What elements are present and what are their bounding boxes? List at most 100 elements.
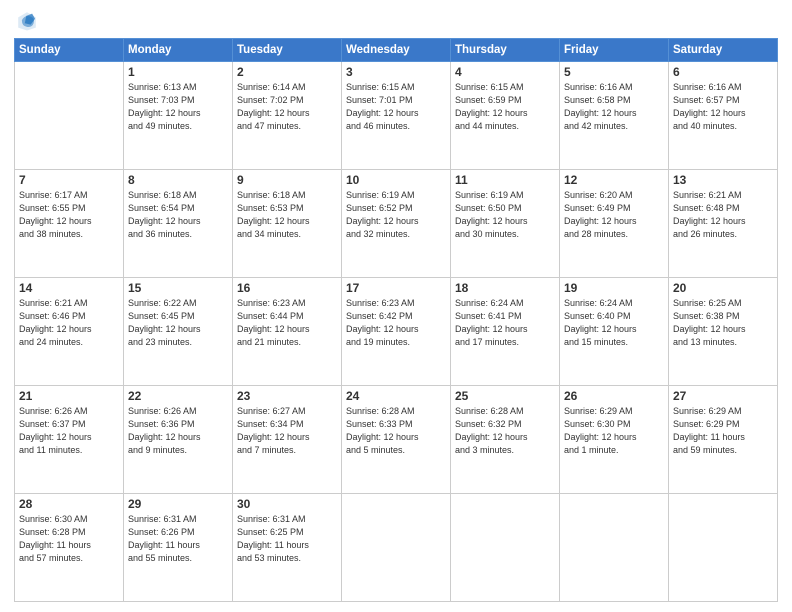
day-number: 14 [19,281,119,295]
calendar-cell: 13 Sunrise: 6:21 AM Sunset: 6:48 PM Dayli… [669,170,778,278]
day-number: 24 [346,389,446,403]
day-info: Sunrise: 6:29 AM Sunset: 6:30 PM Dayligh… [564,405,664,457]
day-info: Sunrise: 6:27 AM Sunset: 6:34 PM Dayligh… [237,405,337,457]
day-info: Sunrise: 6:14 AM Sunset: 7:02 PM Dayligh… [237,81,337,133]
day-info: Sunrise: 6:30 AM Sunset: 6:28 PM Dayligh… [19,513,119,565]
day-info: Sunrise: 6:21 AM Sunset: 6:48 PM Dayligh… [673,189,773,241]
day-info: Sunrise: 6:26 AM Sunset: 6:37 PM Dayligh… [19,405,119,457]
calendar-cell: 17 Sunrise: 6:23 AM Sunset: 6:42 PM Dayli… [342,278,451,386]
weekday-header: Sunday [15,39,124,62]
calendar-cell: 6 Sunrise: 6:16 AM Sunset: 6:57 PM Daylig… [669,62,778,170]
calendar-cell: 26 Sunrise: 6:29 AM Sunset: 6:30 PM Dayli… [560,386,669,494]
calendar-cell: 18Sunrise: 6:24 AM Sunset: 6:41 PM Dayli… [451,278,560,386]
day-number: 23 [237,389,337,403]
day-number: 26 [564,389,664,403]
day-number: 18 [455,281,555,295]
day-number: 13 [673,173,773,187]
calendar-table: SundayMondayTuesdayWednesdayThursdayFrid… [14,38,778,602]
calendar-cell: 27 Sunrise: 6:29 AM Sunset: 6:29 PM Dayli… [669,386,778,494]
day-number: 28 [19,497,119,511]
calendar-cell [342,494,451,602]
calendar-cell: 12 Sunrise: 6:20 AM Sunset: 6:49 PM Dayli… [560,170,669,278]
day-info: Sunrise: 6:13 AM Sunset: 7:03 PM Dayligh… [128,81,228,133]
page-header [14,10,778,32]
day-info: Sunrise: 6:31 AM Sunset: 6:25 PM Dayligh… [237,513,337,565]
weekday-header: Saturday [669,39,778,62]
logo [14,10,38,32]
day-info: Sunrise: 6:16 AM Sunset: 6:57 PM Dayligh… [673,81,773,133]
calendar-cell [451,494,560,602]
day-number: 21 [19,389,119,403]
day-number: 6 [673,65,773,79]
day-number: 10 [346,173,446,187]
day-info: Sunrise: 6:15 AM Sunset: 6:59 PM Dayligh… [455,81,555,133]
day-info: Sunrise: 6:17 AM Sunset: 6:55 PM Dayligh… [19,189,119,241]
day-number: 12 [564,173,664,187]
day-number: 4 [455,65,555,79]
day-number: 8 [128,173,228,187]
day-info: Sunrise: 6:22 AM Sunset: 6:45 PM Dayligh… [128,297,228,349]
day-number: 5 [564,65,664,79]
calendar-cell: 21 Sunrise: 6:26 AM Sunset: 6:37 PM Dayli… [15,386,124,494]
calendar-cell: 8 Sunrise: 6:18 AM Sunset: 6:54 PM Daylig… [124,170,233,278]
day-info: Sunrise: 6:19 AM Sunset: 6:50 PM Dayligh… [455,189,555,241]
day-number: 3 [346,65,446,79]
day-info: Sunrise: 6:18 AM Sunset: 6:53 PM Dayligh… [237,189,337,241]
day-number: 7 [19,173,119,187]
day-info: Sunrise: 6:19 AM Sunset: 6:52 PM Dayligh… [346,189,446,241]
weekday-header: Thursday [451,39,560,62]
day-info: Sunrise: 6:28 AM Sunset: 6:33 PM Dayligh… [346,405,446,457]
weekday-header: Monday [124,39,233,62]
calendar-cell: 23 Sunrise: 6:27 AM Sunset: 6:34 PM Dayli… [233,386,342,494]
day-number: 1 [128,65,228,79]
day-number: 25 [455,389,555,403]
calendar-cell: 7 Sunrise: 6:17 AM Sunset: 6:55 PM Daylig… [15,170,124,278]
calendar-cell: 22 Sunrise: 6:26 AM Sunset: 6:36 PM Dayli… [124,386,233,494]
day-info: Sunrise: 6:16 AM Sunset: 6:58 PM Dayligh… [564,81,664,133]
weekday-header: Wednesday [342,39,451,62]
calendar-cell: 24 Sunrise: 6:28 AM Sunset: 6:33 PM Dayli… [342,386,451,494]
day-number: 19 [564,281,664,295]
day-info: Sunrise: 6:24 AM Sunset: 6:40 PM Dayligh… [564,297,664,349]
calendar-cell: 3 Sunrise: 6:15 AM Sunset: 7:01 PM Daylig… [342,62,451,170]
calendar-cell: 11 Sunrise: 6:19 AM Sunset: 6:50 PM Dayli… [451,170,560,278]
day-number: 17 [346,281,446,295]
calendar-cell: 2Sunrise: 6:14 AM Sunset: 7:02 PM Daylig… [233,62,342,170]
day-info: Sunrise: 6:26 AM Sunset: 6:36 PM Dayligh… [128,405,228,457]
day-number: 16 [237,281,337,295]
calendar-cell: 20 Sunrise: 6:25 AM Sunset: 6:38 PM Dayli… [669,278,778,386]
day-number: 20 [673,281,773,295]
calendar-cell: 30 Sunrise: 6:31 AM Sunset: 6:25 PM Dayli… [233,494,342,602]
calendar-cell: 28 Sunrise: 6:30 AM Sunset: 6:28 PM Dayli… [15,494,124,602]
calendar-cell: 19 Sunrise: 6:24 AM Sunset: 6:40 PM Dayli… [560,278,669,386]
weekday-header: Friday [560,39,669,62]
day-info: Sunrise: 6:25 AM Sunset: 6:38 PM Dayligh… [673,297,773,349]
calendar-cell: 9Sunrise: 6:18 AM Sunset: 6:53 PM Daylig… [233,170,342,278]
weekday-header: Tuesday [233,39,342,62]
logo-icon [16,10,38,32]
day-number: 15 [128,281,228,295]
day-info: Sunrise: 6:20 AM Sunset: 6:49 PM Dayligh… [564,189,664,241]
day-info: Sunrise: 6:23 AM Sunset: 6:42 PM Dayligh… [346,297,446,349]
calendar-cell: 15 Sunrise: 6:22 AM Sunset: 6:45 PM Dayli… [124,278,233,386]
day-info: Sunrise: 6:29 AM Sunset: 6:29 PM Dayligh… [673,405,773,457]
day-info: Sunrise: 6:21 AM Sunset: 6:46 PM Dayligh… [19,297,119,349]
day-info: Sunrise: 6:28 AM Sunset: 6:32 PM Dayligh… [455,405,555,457]
calendar-cell: 14 Sunrise: 6:21 AM Sunset: 6:46 PM Dayli… [15,278,124,386]
day-number: 11 [455,173,555,187]
calendar-cell: 5 Sunrise: 6:16 AM Sunset: 6:58 PM Daylig… [560,62,669,170]
day-info: Sunrise: 6:31 AM Sunset: 6:26 PM Dayligh… [128,513,228,565]
calendar-cell: 10 Sunrise: 6:19 AM Sunset: 6:52 PM Dayli… [342,170,451,278]
day-number: 30 [237,497,337,511]
day-number: 22 [128,389,228,403]
calendar-cell: 16Sunrise: 6:23 AM Sunset: 6:44 PM Dayli… [233,278,342,386]
calendar-cell [15,62,124,170]
day-info: Sunrise: 6:15 AM Sunset: 7:01 PM Dayligh… [346,81,446,133]
day-info: Sunrise: 6:18 AM Sunset: 6:54 PM Dayligh… [128,189,228,241]
calendar-cell: 4 Sunrise: 6:15 AM Sunset: 6:59 PM Daylig… [451,62,560,170]
calendar-cell: 25 Sunrise: 6:28 AM Sunset: 6:32 PM Dayli… [451,386,560,494]
calendar-cell: 1 Sunrise: 6:13 AM Sunset: 7:03 PM Daylig… [124,62,233,170]
day-number: 27 [673,389,773,403]
calendar-cell [669,494,778,602]
day-number: 29 [128,497,228,511]
